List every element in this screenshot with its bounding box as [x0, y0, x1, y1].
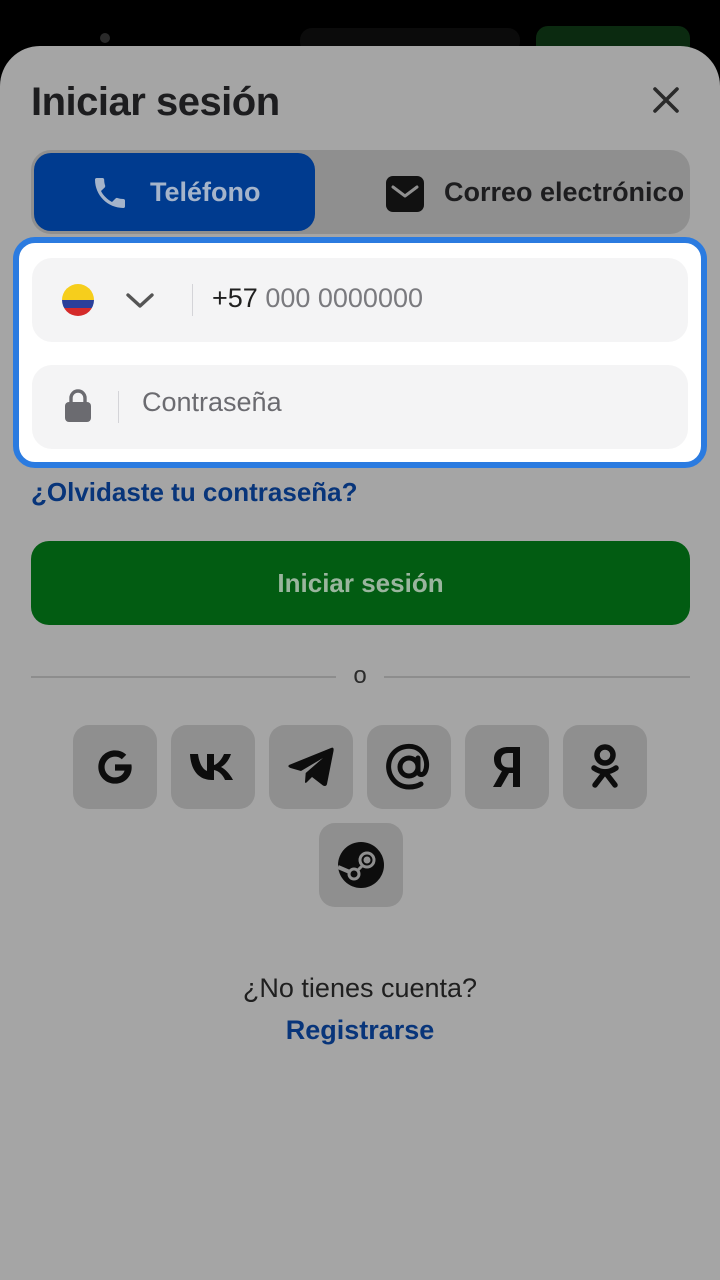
- tab-phone-label: Teléfono: [150, 177, 261, 207]
- divider-text: o: [353, 662, 367, 689]
- tab-email[interactable]: Correo electrónico: [321, 153, 687, 231]
- telegram-icon: [288, 747, 334, 786]
- page-title: Iniciar sesión: [31, 80, 280, 124]
- phone-input[interactable]: +57 000 0000000: [212, 283, 423, 314]
- field-separator: [192, 284, 193, 316]
- tab-phone[interactable]: Teléfono: [34, 153, 315, 231]
- camera-dot: [100, 33, 110, 43]
- login-button[interactable]: Iniciar sesión: [31, 541, 690, 625]
- phone-placeholder: 000 0000000: [265, 283, 423, 313]
- steam-icon: [337, 842, 384, 888]
- close-icon: [653, 87, 679, 113]
- mail-icon: [386, 176, 424, 212]
- register-link[interactable]: Registrarse: [0, 1015, 720, 1046]
- yandex-icon: [493, 747, 520, 787]
- password-field[interactable]: [32, 365, 688, 449]
- no-account-text: ¿No tienes cuenta?: [242, 973, 478, 1003]
- divider: [31, 676, 336, 678]
- mail-ru-icon: [386, 743, 430, 790]
- steam-login-button[interactable]: [319, 823, 403, 907]
- phone-field[interactable]: +57 000 0000000: [32, 258, 688, 342]
- vk-icon: [190, 754, 233, 780]
- vk-login-button[interactable]: [171, 725, 255, 809]
- close-button[interactable]: [644, 78, 688, 122]
- odnoklassniki-icon: [591, 744, 619, 788]
- tab-email-label: Correo electrónico: [444, 177, 685, 207]
- credentials-form: +57 000 0000000: [13, 237, 707, 468]
- lock-icon: [65, 389, 91, 422]
- login-method-tabs: Teléfono Correo electrónico: [31, 150, 690, 234]
- phone-prefix: +57: [212, 283, 258, 313]
- telegram-login-button[interactable]: [269, 725, 353, 809]
- password-input[interactable]: [142, 387, 642, 418]
- colombia-flag-icon: [62, 284, 94, 316]
- chevron-down-icon[interactable]: [125, 288, 155, 312]
- divider: [384, 676, 690, 678]
- field-separator: [118, 391, 119, 423]
- forgot-password-link[interactable]: ¿Olvidaste tu contraseña?: [31, 477, 358, 508]
- odnoklassniki-login-button[interactable]: [563, 725, 647, 809]
- google-login-button[interactable]: [73, 725, 157, 809]
- phone-icon: [95, 178, 125, 208]
- yandex-login-button[interactable]: [465, 725, 549, 809]
- mail-ru-login-button[interactable]: [367, 725, 451, 809]
- google-icon: [98, 750, 132, 784]
